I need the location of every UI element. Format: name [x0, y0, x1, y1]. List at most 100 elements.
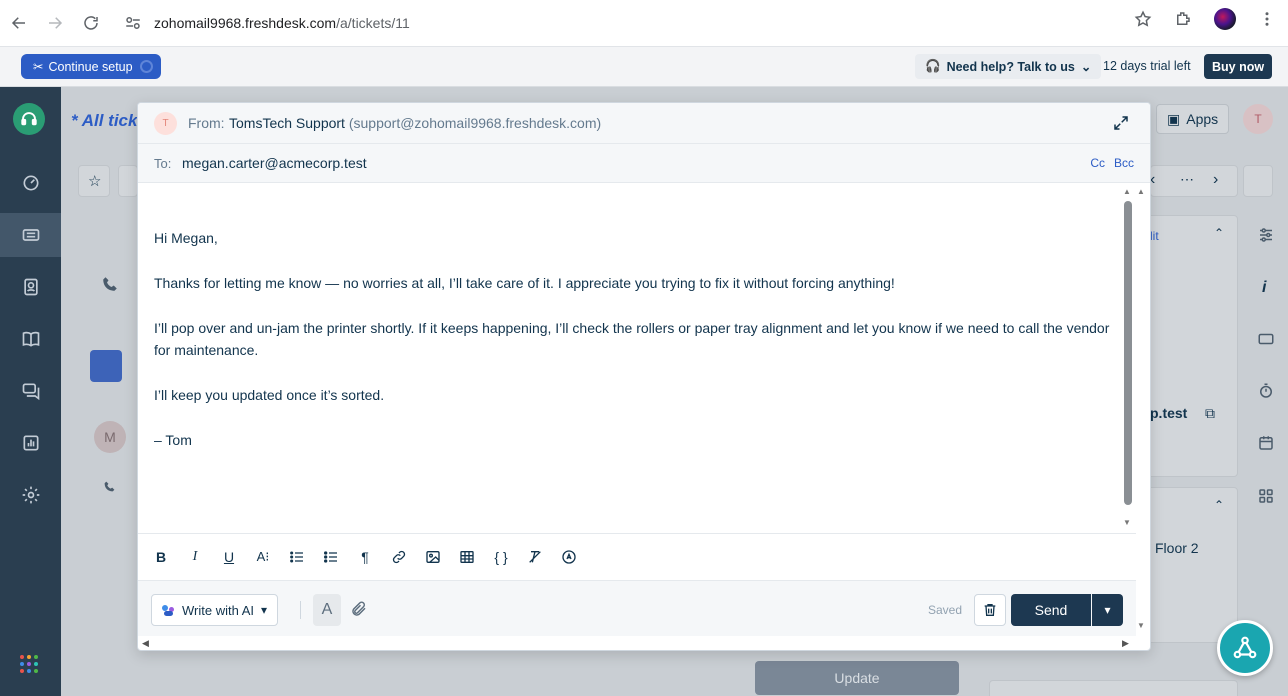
- ticket-more-icon[interactable]: ⋯: [1180, 171, 1194, 188]
- headset-logo-icon[interactable]: [13, 103, 45, 135]
- copy-icon[interactable]: ⧉: [1205, 405, 1215, 422]
- address-bar[interactable]: zohomail9968.freshdesk.com/a/tickets/11: [118, 7, 1158, 39]
- reply-body-text[interactable]: Hi Megan, Thanks for letting me know — n…: [154, 227, 1114, 474]
- forums-icon[interactable]: [0, 369, 61, 413]
- greeting-line: Hi Megan,: [154, 230, 218, 246]
- outer-scroll-down-arrow[interactable]: ▼: [1137, 621, 1145, 630]
- body-paragraph-2: I’ll pop over and un-jam the printer sho…: [154, 320, 1110, 358]
- panel-toggle-button[interactable]: [1243, 165, 1273, 197]
- to-field[interactable]: megan.carter@acmecorp.test: [182, 155, 367, 171]
- contacts-icon[interactable]: [0, 265, 61, 309]
- back-icon[interactable]: [1, 5, 37, 41]
- cc-link[interactable]: Cc: [1090, 156, 1105, 170]
- app-topbar: ✂ Continue setup 🎧 Need help? Talk to us…: [0, 47, 1288, 87]
- italic-icon[interactable]: I: [186, 548, 204, 566]
- apps-button[interactable]: ▣ Apps: [1156, 104, 1230, 134]
- paragraph-icon[interactable]: ¶: [356, 548, 374, 566]
- extensions-icon[interactable]: [1174, 10, 1192, 28]
- outer-scroll-up-arrow[interactable]: ▲: [1137, 187, 1145, 196]
- network-icon: [1233, 636, 1257, 659]
- calendar-icon[interactable]: [1257, 434, 1275, 455]
- text-format-toggle-icon[interactable]: A: [313, 594, 341, 626]
- bold-icon[interactable]: B: [152, 548, 170, 566]
- tools-icon: ✂: [33, 60, 44, 74]
- reload-icon[interactable]: [73, 5, 109, 41]
- forward-icon[interactable]: [37, 5, 73, 41]
- code-icon[interactable]: { }: [492, 548, 510, 566]
- clear-format-icon[interactable]: [526, 548, 544, 566]
- buy-now-button[interactable]: Buy now: [1204, 54, 1273, 79]
- horizontal-scrollbar[interactable]: ◀ ▶: [138, 636, 1136, 650]
- apps-grid-icon[interactable]: [1257, 487, 1275, 508]
- sender-avatar: T: [154, 112, 177, 135]
- more-menu-icon[interactable]: [1258, 10, 1276, 28]
- from-row[interactable]: T From: TomsTech Support (support@zohoma…: [138, 103, 1150, 144]
- ticket-icon[interactable]: [1257, 330, 1275, 351]
- continue-setup-button[interactable]: ✂ Continue setup: [21, 54, 161, 79]
- ticket-nav-group[interactable]: [1150, 165, 1238, 197]
- bcc-link[interactable]: Bcc: [1114, 156, 1134, 170]
- tickets-icon[interactable]: [0, 213, 61, 257]
- send-button[interactable]: Send: [1011, 594, 1091, 626]
- contact-email: p.test: [1150, 405, 1188, 421]
- apps-icon: ▣: [1167, 110, 1181, 127]
- call-icon[interactable]: [103, 480, 116, 496]
- expand-icon[interactable]: [1112, 114, 1130, 132]
- phone-icon[interactable]: [101, 275, 119, 296]
- filter-settings-icon[interactable]: [1257, 226, 1275, 247]
- help-dropdown[interactable]: 🎧 Need help? Talk to us ⌄: [915, 54, 1102, 79]
- knowledge-base-icon[interactable]: [0, 317, 61, 361]
- user-avatar[interactable]: T: [1243, 104, 1273, 134]
- scroll-right-arrow[interactable]: ▶: [1122, 638, 1129, 649]
- to-row: To: megan.carter@acmecorp.test Cc Bcc: [138, 144, 1150, 183]
- underline-icon[interactable]: U: [220, 548, 238, 566]
- signature-line: – Tom: [154, 432, 192, 448]
- edit-link[interactable]: lit: [1150, 229, 1159, 243]
- info-icon[interactable]: i: [1262, 279, 1266, 297]
- body-scrollbar-thumb[interactable]: [1124, 201, 1132, 505]
- ai-sparkle-icon: [162, 604, 175, 616]
- app-switcher-icon[interactable]: [20, 655, 38, 673]
- send-options-dropdown[interactable]: ▾: [1092, 594, 1123, 626]
- body-paragraph-1: Thanks for letting me know — no worries …: [154, 275, 895, 291]
- canned-response-icon[interactable]: [560, 548, 578, 566]
- update-button[interactable]: Update: [755, 661, 959, 695]
- write-with-ai-button[interactable]: Write with AI ▾: [151, 594, 279, 626]
- another-card: [989, 680, 1238, 696]
- ticket-list-title: * All ticke: [71, 111, 147, 130]
- body-paragraph-3: I’ll keep you updated once it’s sorted.: [154, 387, 385, 403]
- reply-footer: Write with AI ▾ A Saved Send ▾: [138, 580, 1136, 636]
- reply-body-editor[interactable]: Hi Megan, Thanks for letting me know — n…: [138, 183, 1136, 533]
- bookmark-star-icon[interactable]: [1134, 10, 1152, 28]
- trash-icon: [984, 604, 996, 616]
- note-button[interactable]: [90, 350, 122, 382]
- scroll-down-arrow[interactable]: ▼: [1123, 518, 1131, 527]
- timer-icon[interactable]: [1257, 382, 1275, 403]
- attachment-icon[interactable]: [350, 600, 368, 618]
- discard-draft-button[interactable]: [974, 594, 1006, 626]
- chevron-down-icon: ⌄: [1080, 60, 1092, 74]
- reports-icon[interactable]: [0, 421, 61, 465]
- image-icon[interactable]: [424, 548, 442, 566]
- scroll-left-arrow[interactable]: ◀: [142, 638, 149, 649]
- collapse-icon-2[interactable]: ⌃: [1214, 498, 1224, 512]
- link-icon[interactable]: [390, 548, 408, 566]
- back-ticket-button[interactable]: [118, 165, 138, 197]
- dashboard-icon[interactable]: [0, 161, 61, 205]
- url-text: zohomail9968.freshdesk.com/a/tickets/11: [154, 15, 410, 31]
- scroll-up-arrow[interactable]: ▲: [1123, 187, 1131, 196]
- font-size-icon[interactable]: A⁝: [254, 548, 272, 566]
- site-settings-icon[interactable]: [124, 14, 142, 32]
- profile-avatar[interactable]: [1214, 8, 1236, 30]
- table-icon[interactable]: [458, 548, 476, 566]
- from-selector[interactable]: TomsTech Support (support@zohomail9968.f…: [229, 115, 601, 131]
- collapse-icon[interactable]: ⌃: [1214, 226, 1224, 240]
- numbered-list-icon[interactable]: [288, 548, 306, 566]
- footer-divider: [300, 601, 301, 619]
- left-sidebar: [0, 87, 61, 696]
- location-value: Floor 2: [1155, 540, 1199, 556]
- help-widget-button[interactable]: [1217, 620, 1273, 676]
- bullet-list-icon[interactable]: [322, 548, 340, 566]
- next-ticket-icon[interactable]: ›: [1213, 171, 1218, 189]
- admin-settings-icon[interactable]: [0, 473, 61, 517]
